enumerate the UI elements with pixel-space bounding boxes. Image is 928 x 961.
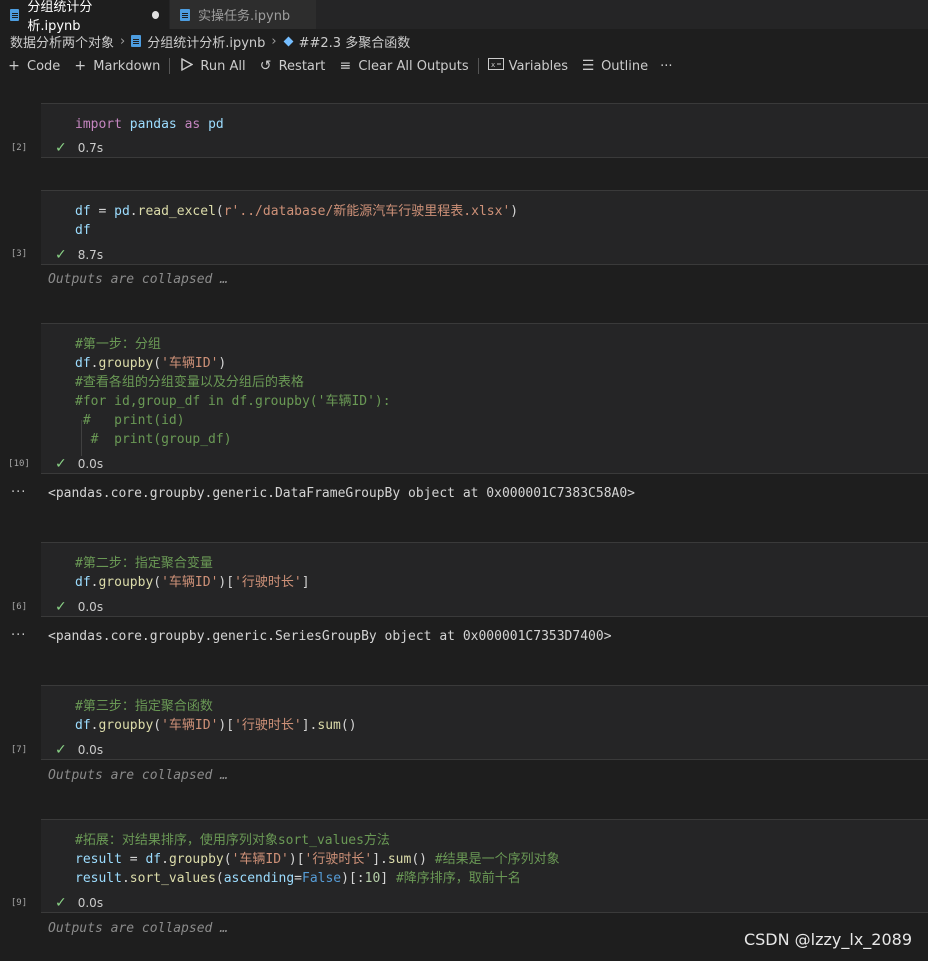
tab-notebook-active[interactable]: 分组统计分析.ipynb [0,0,169,34]
code-cell[interactable]: df = pd.read_excel(r'../database/新能源汽车行驶… [41,190,928,265]
breadcrumb-folder[interactable]: 数据分析两个对象 [10,32,114,51]
code-editor[interactable]: import pandas as pd [75,115,224,134]
cell-status: ✓ 0.0s [55,456,103,472]
notebook-file-icon [131,35,142,47]
plus-icon: + [74,58,87,74]
outputs-collapsed-label[interactable]: Outputs are collapsed … [48,272,228,287]
more-icon: ··· [660,58,673,74]
outline-button[interactable]: ☰ Outline [574,55,654,77]
clear-all-outputs-button[interactable]: ≡ Clear All Outputs [331,55,474,77]
execution-time: 0.0s [77,743,104,757]
execution-time: 0.7s [77,141,104,155]
code-cell[interactable]: import pandas as pd ✓ 0.7s [41,103,928,158]
restart-button[interactable]: ↺ Restart [252,55,332,77]
cell-status: ✓ 0.0s [55,599,103,615]
markdown-heading-icon [283,36,294,46]
clear-all-icon: ≡ [339,58,352,74]
execution-time: 0.0s [77,457,104,471]
execution-count: [2] [10,143,28,153]
outputs-collapsed-label[interactable]: Outputs are collapsed … [48,768,228,783]
execution-count: [9] [10,898,28,908]
execution-count: [3] [10,249,28,259]
cell-status: ✓ 0.7s [55,140,103,156]
code-editor[interactable]: #拓展：对结果排序，使用序列对象sort_values方法 result = d… [75,831,560,888]
code-cell[interactable]: #第一步：分组 df.groupby('车辆ID') #查看各组的分组变量以及分… [41,323,928,474]
notebook-file-icon [180,8,190,21]
check-icon: ✓ [55,742,67,758]
list-icon: ☰ [581,58,595,74]
add-markdown-cell-button[interactable]: + Markdown [66,55,166,77]
unsaved-dot-icon[interactable] [151,10,159,19]
code-editor[interactable]: #第二步：指定聚合变量 df.groupby('车辆ID')['行驶时长'] [75,554,310,592]
code-cell[interactable]: #第二步：指定聚合变量 df.groupby('车辆ID')['行驶时长'] ✓… [41,542,928,617]
execution-time: 8.7s [77,248,104,262]
check-icon: ✓ [55,140,67,156]
execution-count: [10] [8,459,30,469]
code-editor[interactable]: #第三步：指定聚合函数 df.groupby('车辆ID')['行驶时长'].s… [75,697,357,735]
tab-label: 分组统计分析.ipynb [27,0,93,34]
toolbar-divider [477,58,479,74]
chevron-right-icon: › [271,33,277,49]
cell-status: ✓ 0.0s [55,895,103,911]
toolbar-divider [169,58,171,74]
notebook-toolbar: + Code + Markdown Run All ↺ Restart ≡ Cl… [0,55,928,77]
variables-button[interactable]: x Variables [482,55,574,77]
check-icon: ✓ [55,895,67,911]
tab-label: 实操任务.ipynb [198,9,291,24]
execution-count: [7] [10,745,28,755]
check-icon: ✓ [55,599,67,615]
code-editor[interactable]: df = pd.read_excel(r'../database/新能源汽车行驶… [75,202,518,240]
add-code-cell-button[interactable]: + Code [0,55,66,77]
code-editor[interactable]: #第一步：分组 df.groupby('车辆ID') #查看各组的分组变量以及分… [75,335,391,449]
watermark: CSDN @lzzy_lx_2089 [743,930,912,949]
breadcrumb-section[interactable]: ##2.3 多聚合函数 [299,32,411,51]
run-all-button[interactable]: Run All [173,55,251,77]
restart-icon: ↺ [259,58,272,74]
outputs-collapsed-label[interactable]: Outputs are collapsed … [48,921,228,936]
execution-count: [6] [10,602,28,612]
chevron-right-icon: › [120,33,126,49]
execution-time: 0.0s [77,600,104,614]
cell-output: <pandas.core.groupby.generic.SeriesGroup… [48,629,612,644]
execution-time: 0.0s [77,896,104,910]
tab-notebook-inactive[interactable]: 实操任务.ipynb [170,0,316,29]
run-all-icon [179,57,195,75]
breadcrumb: 数据分析两个对象 › 分组统计分析.ipynb › ##2.3 多聚合函数 [10,32,411,51]
cell-output: <pandas.core.groupby.generic.DataFrameGr… [48,486,635,501]
editor-tab-bar: 分组统计分析.ipynb 实操任务.ipynb [0,0,928,34]
output-more-icon[interactable]: ··· [11,485,26,500]
cell-status: ✓ 0.0s [55,742,103,758]
more-actions-button[interactable]: ··· [654,55,678,77]
cell-status: ✓ 8.7s [55,247,103,263]
notebook-file-icon [10,8,20,21]
svg-text:x: x [491,61,495,69]
check-icon: ✓ [55,456,67,472]
code-cell[interactable]: #第三步：指定聚合函数 df.groupby('车辆ID')['行驶时长'].s… [41,685,928,760]
check-icon: ✓ [55,247,67,263]
breadcrumb-file[interactable]: 分组统计分析.ipynb [147,32,265,51]
plus-icon: + [8,58,20,74]
variables-icon: x [487,58,504,74]
output-more-icon[interactable]: ··· [11,628,26,643]
code-cell[interactable]: #拓展：对结果排序，使用序列对象sort_values方法 result = d… [41,819,928,913]
